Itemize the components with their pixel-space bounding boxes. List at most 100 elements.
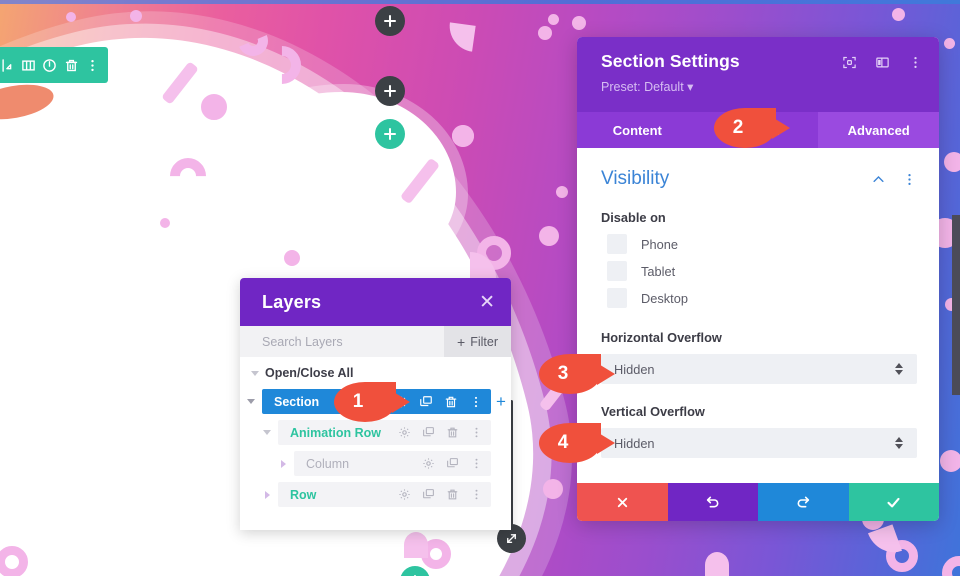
expand-toggle[interactable] xyxy=(256,490,278,499)
disable-on-tablet-row[interactable]: Tablet xyxy=(601,261,917,281)
checkbox-desktop-label: Desktop xyxy=(641,290,688,306)
filter-button[interactable]: + Filter xyxy=(444,326,511,357)
tab-advanced[interactable]: Advanced xyxy=(818,112,939,148)
tab-content[interactable]: Content xyxy=(577,112,698,148)
chevron-down-icon: ▾ xyxy=(687,80,694,94)
deco-dot xyxy=(453,126,473,146)
vertical-overflow-select[interactable]: Hidden xyxy=(601,428,917,458)
chevron-down-icon xyxy=(263,430,271,435)
layer-pill[interactable]: Animation Row xyxy=(278,420,491,445)
add-section-middle-button[interactable] xyxy=(375,76,405,106)
settings-footer xyxy=(577,483,939,521)
focus-frame-icon[interactable] xyxy=(842,55,857,70)
cancel-button[interactable] xyxy=(577,483,668,521)
horizontal-overflow-select[interactable]: Hidden xyxy=(601,354,917,384)
layer-pill[interactable]: Section xyxy=(262,389,491,414)
trash-icon[interactable] xyxy=(446,426,459,439)
layer-row-section[interactable]: Section + xyxy=(240,389,511,414)
open-close-all-label: Open/Close All xyxy=(265,366,354,380)
deco-dot xyxy=(572,16,586,30)
checkbox-tablet-label: Tablet xyxy=(641,263,676,279)
checkbox-tablet[interactable] xyxy=(607,261,627,281)
module-toolbar[interactable] xyxy=(0,47,108,83)
preset-label: Preset: Default xyxy=(601,80,684,94)
tab-design[interactable]: Design xyxy=(698,112,819,148)
gear-icon[interactable] xyxy=(394,395,408,409)
add-layer-button[interactable]: + xyxy=(491,393,511,410)
save-button[interactable] xyxy=(848,483,939,521)
duplicate-icon[interactable] xyxy=(422,426,435,439)
checkbox-phone[interactable] xyxy=(607,234,627,254)
layer-row-animation-row[interactable]: Animation Row xyxy=(240,420,511,445)
layer-row-actions xyxy=(398,488,483,501)
vertical-overflow-value: Hidden xyxy=(614,435,655,451)
layer-pill[interactable]: Column xyxy=(294,451,491,476)
settings-panel-title: Section Settings xyxy=(601,51,740,71)
vertical-overflow-label: Vertical Overflow xyxy=(601,404,705,419)
disable-on-desktop-row[interactable]: Desktop xyxy=(601,288,917,308)
disable-on-phone-row[interactable]: Phone xyxy=(601,234,917,254)
layer-name: Row xyxy=(290,487,317,502)
visibility-section-header: Visibility xyxy=(601,168,917,190)
layer-name: Column xyxy=(306,456,350,471)
search-layers-input[interactable] xyxy=(262,334,412,349)
plus-icon xyxy=(384,15,396,27)
trash-icon[interactable] xyxy=(446,488,459,501)
columns-icon[interactable] xyxy=(19,55,39,75)
more-icon[interactable] xyxy=(469,395,483,409)
undo-button[interactable] xyxy=(667,483,758,521)
gear-icon[interactable] xyxy=(398,488,411,501)
save-to-library-icon[interactable] xyxy=(0,55,17,75)
visibility-section-actions xyxy=(871,172,917,187)
gear-icon[interactable] xyxy=(398,426,411,439)
layers-search-row: + Filter xyxy=(240,326,511,357)
layer-row-actions xyxy=(422,457,483,470)
deco-wedge xyxy=(705,552,729,576)
layer-row-row[interactable]: Row xyxy=(240,482,511,507)
expand-toggle[interactable] xyxy=(240,399,262,404)
expand-toggle[interactable] xyxy=(272,459,294,468)
duplicate-icon[interactable] xyxy=(422,488,435,501)
more-options-icon[interactable] xyxy=(908,55,923,70)
horizontal-overflow-label: Horizontal Overflow xyxy=(601,330,722,345)
settings-panel-scrollbar[interactable] xyxy=(952,215,960,395)
more-icon[interactable] xyxy=(470,488,483,501)
more-options-icon[interactable] xyxy=(902,172,917,187)
layers-panel-title: Layers xyxy=(262,291,322,312)
chevron-up-icon[interactable] xyxy=(871,172,886,187)
visibility-section-title: Visibility xyxy=(601,168,670,189)
deco-dot xyxy=(944,38,955,49)
add-section-top-button[interactable] xyxy=(375,6,405,36)
deco-dot xyxy=(543,479,563,499)
checkbox-desktop[interactable] xyxy=(607,288,627,308)
redo-button[interactable] xyxy=(758,483,849,521)
filter-button-label: Filter xyxy=(470,334,498,349)
open-close-all-row[interactable]: Open/Close All xyxy=(240,363,511,383)
gear-icon[interactable] xyxy=(422,457,435,470)
expand-toggle[interactable] xyxy=(256,430,278,435)
chevron-down-icon xyxy=(247,399,255,404)
deco-wedge xyxy=(404,532,428,558)
duplicate-icon[interactable] xyxy=(419,395,433,409)
undo-icon xyxy=(706,496,719,508)
more-icon[interactable] xyxy=(470,457,483,470)
power-toggle-icon[interactable] xyxy=(40,55,60,75)
more-icon[interactable] xyxy=(470,426,483,439)
chevron-right-icon xyxy=(280,459,286,468)
panel-layout-icon[interactable] xyxy=(875,55,890,70)
chevron-right-icon xyxy=(264,490,270,499)
layer-pill[interactable]: Row xyxy=(278,482,491,507)
plus-icon xyxy=(384,128,396,140)
caret-up-icon xyxy=(895,437,903,442)
trash-icon[interactable] xyxy=(61,55,81,75)
duplicate-icon[interactable] xyxy=(446,457,459,470)
layer-row-column[interactable]: Column xyxy=(240,451,511,476)
add-row-button[interactable] xyxy=(375,119,405,149)
deco-dot xyxy=(548,14,559,25)
builder-canvas: Layers ✕ + Filter Open/Close All Section xyxy=(0,0,960,576)
caret-down-icon xyxy=(895,444,903,449)
trash-icon[interactable] xyxy=(444,395,458,409)
preset-selector[interactable]: Preset: Default ▾ xyxy=(601,79,740,94)
more-options-icon[interactable] xyxy=(83,55,103,75)
close-icon[interactable]: ✕ xyxy=(479,293,495,312)
